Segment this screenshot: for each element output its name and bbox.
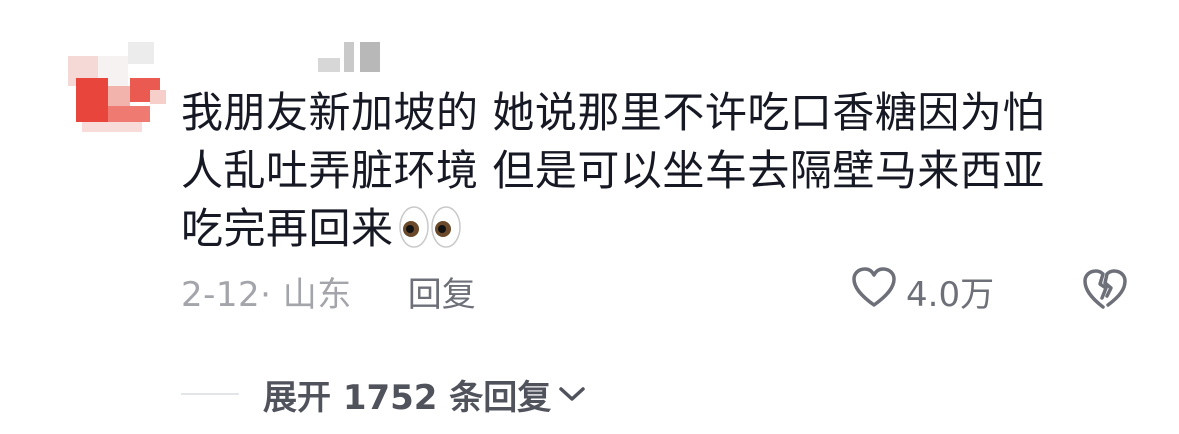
eyes-emoji xyxy=(398,205,462,248)
date-location: 2-12· 山东 xyxy=(181,274,352,315)
reply-button[interactable]: 回复 xyxy=(408,267,476,316)
chevron-down-icon xyxy=(551,374,587,414)
comment-line: 我朋友新加坡的 她说那里不许吃口香糖因为怕 xyxy=(181,88,1045,137)
like-button[interactable]: 4.0万 xyxy=(850,266,994,316)
expand-replies-button[interactable]: 展开 1752 条回复 xyxy=(263,370,587,418)
divider xyxy=(181,393,239,395)
comment-line-last: 吃完再回来 xyxy=(181,200,1111,258)
username-blurred[interactable] xyxy=(318,42,388,74)
comment-line: 人乱吐弄脏环境 但是可以坐车去隔壁马来西亚 xyxy=(181,146,1045,195)
broken-heart-icon xyxy=(1081,267,1129,315)
dislike-button[interactable] xyxy=(1080,266,1130,316)
heart-outline-icon xyxy=(850,265,906,318)
expand-replies-label: 展开 1752 条回复 xyxy=(263,377,552,418)
comment-text: 我朋友新加坡的 她说那里不许吃口香糖因为怕 人乱吐弄脏环境 但是可以坐车去隔壁马… xyxy=(181,84,1111,258)
avatar[interactable] xyxy=(68,38,168,138)
like-count: 4.0万 xyxy=(906,274,995,315)
comment-item: 我朋友新加坡的 她说那里不许吃口香糖因为怕 人乱吐弄脏环境 但是可以坐车去隔壁马… xyxy=(0,0,1179,434)
comment-meta: 2-12· 山东 回复 xyxy=(181,266,476,316)
